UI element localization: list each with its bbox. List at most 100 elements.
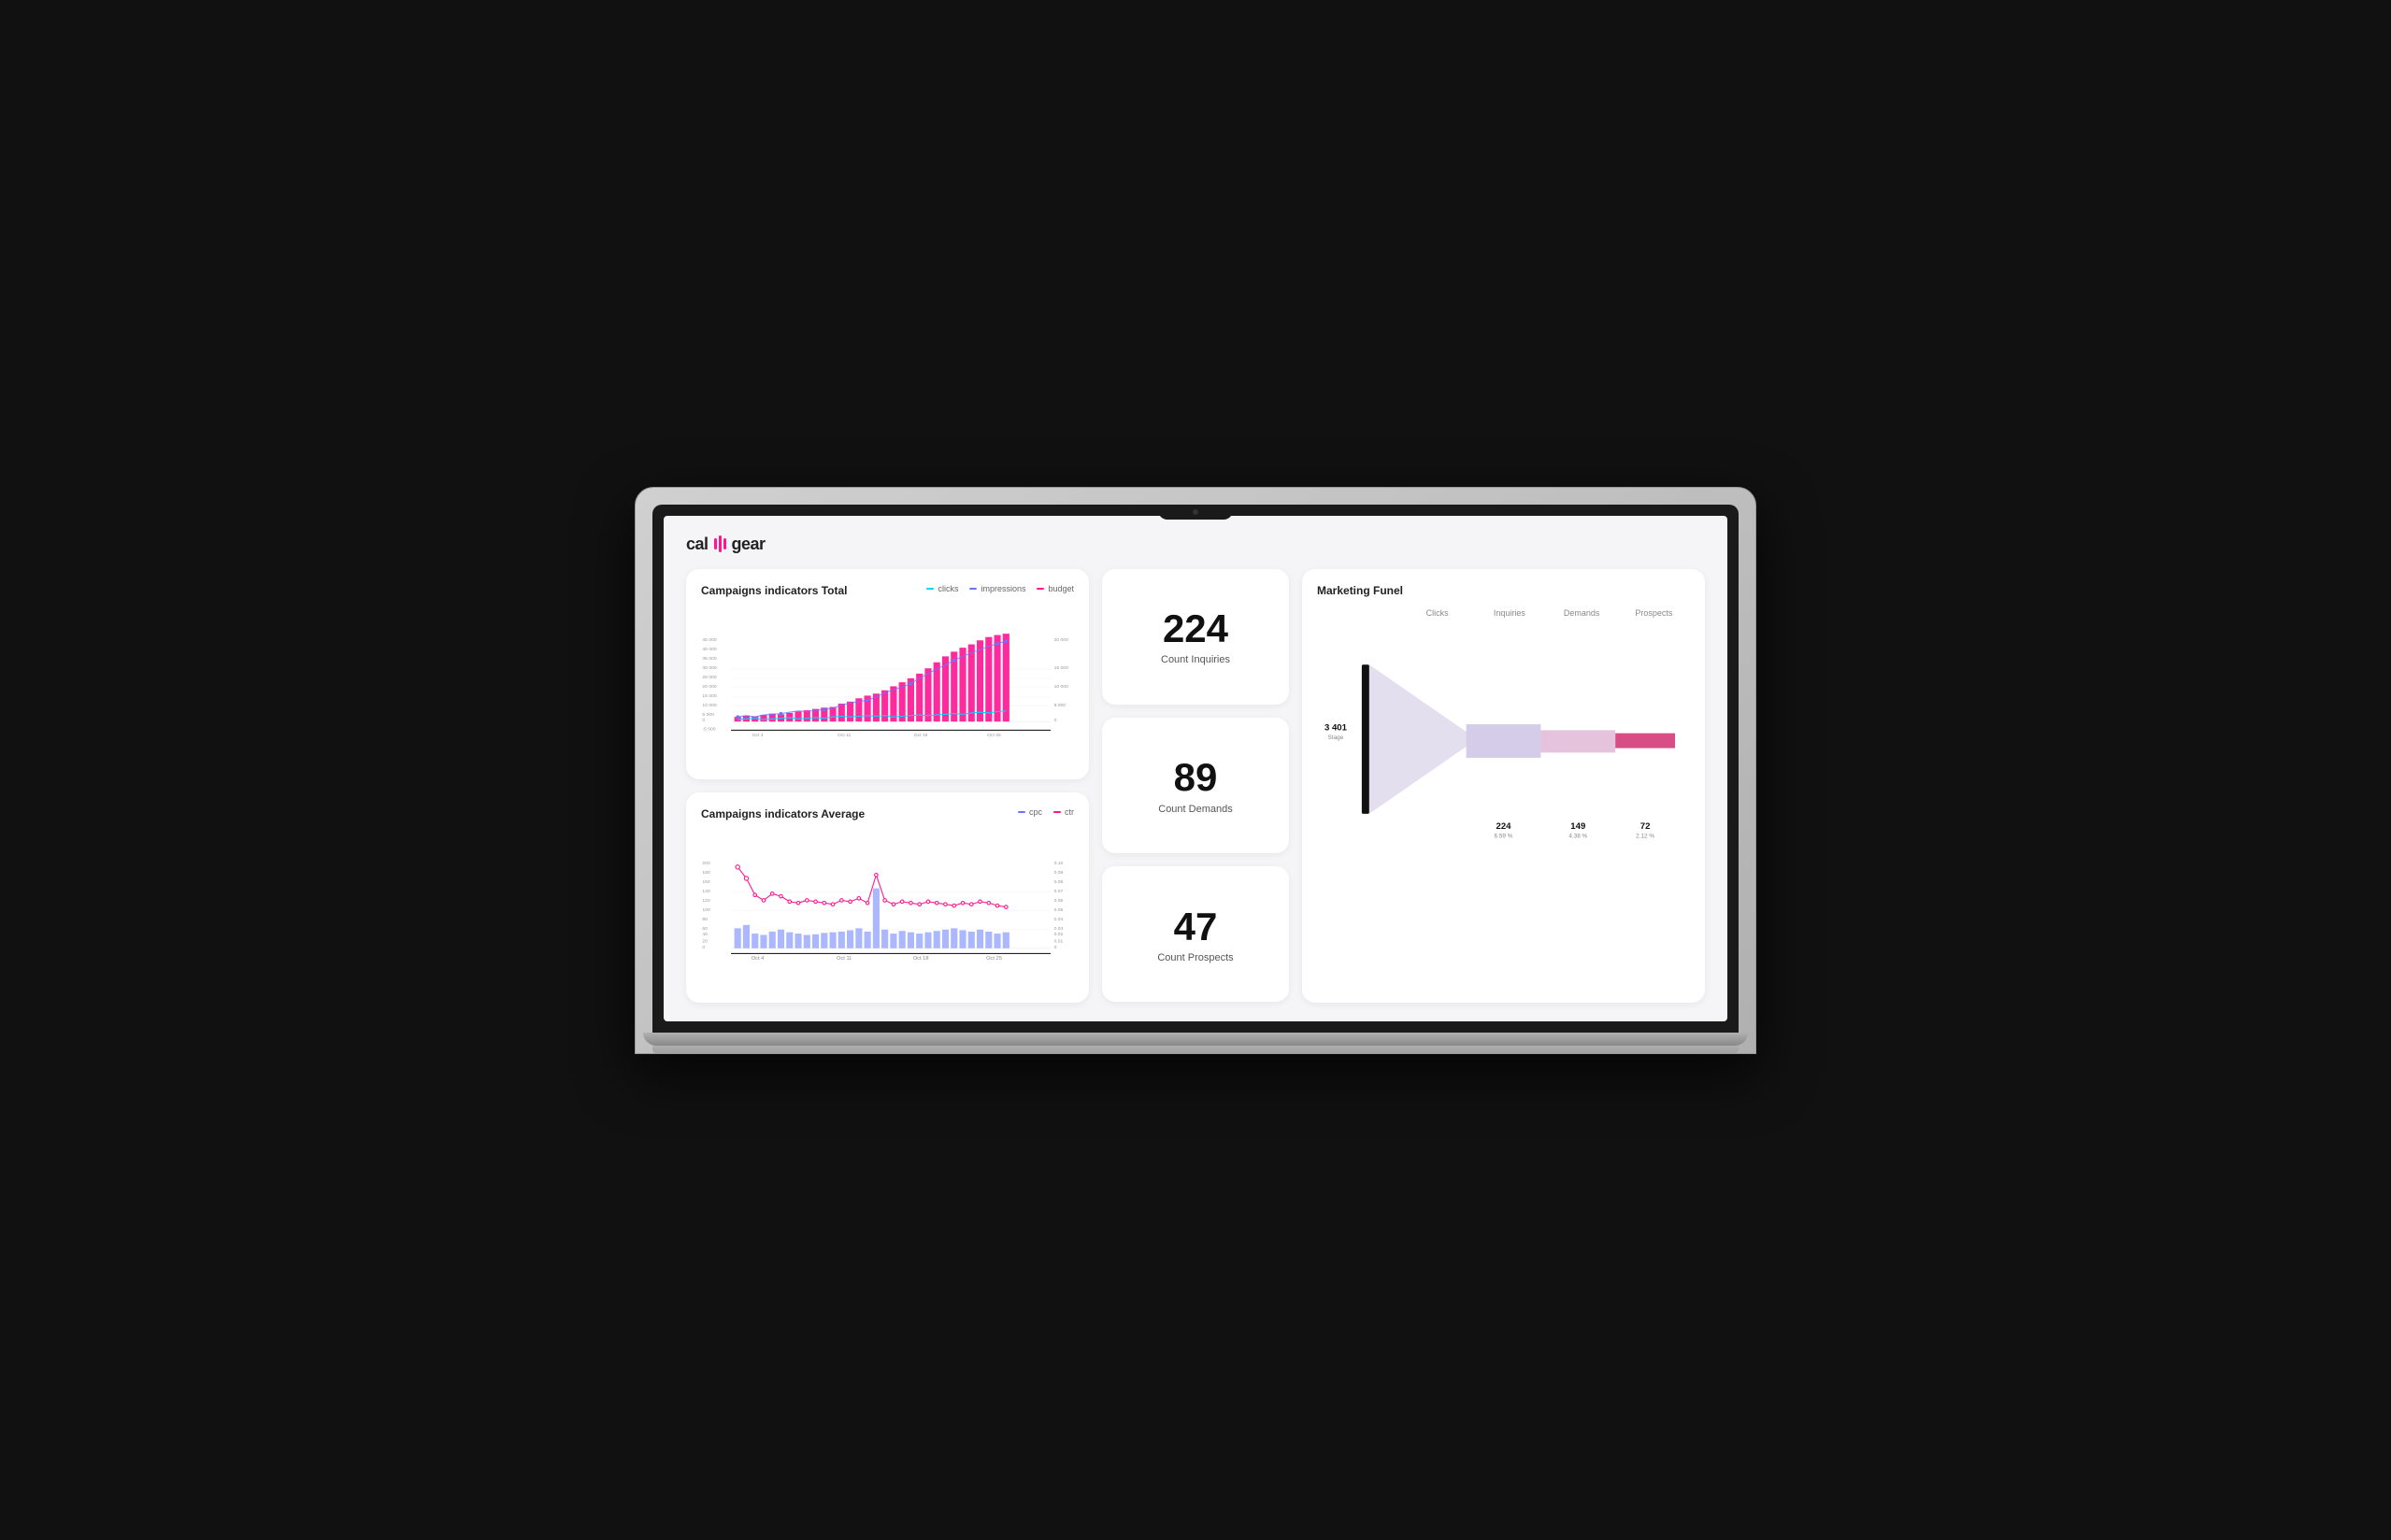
stat-label-demands: Count Demands bbox=[1158, 804, 1233, 815]
svg-text:200: 200 bbox=[702, 860, 710, 865]
svg-text:2.12 %: 2.12 % bbox=[1636, 833, 1654, 839]
svg-text:Oct 18: Oct 18 bbox=[914, 732, 928, 737]
logo: cal gear bbox=[686, 535, 1705, 554]
svg-text:Oct 11: Oct 11 bbox=[837, 955, 852, 961]
svg-text:0.01: 0.01 bbox=[1054, 938, 1064, 944]
svg-text:20 000: 20 000 bbox=[702, 683, 716, 689]
total-chart-card: Campaigns indicators Total clicks bbox=[686, 569, 1089, 779]
svg-text:Oct 4: Oct 4 bbox=[752, 732, 764, 737]
laptop-base bbox=[643, 1033, 1748, 1046]
logo-bar-1 bbox=[714, 538, 717, 549]
svg-text:0.05: 0.05 bbox=[1054, 906, 1064, 912]
legend-label-cpc: cpc bbox=[1029, 807, 1042, 817]
svg-text:0.10: 0.10 bbox=[1054, 860, 1064, 865]
svg-text:224: 224 bbox=[1496, 820, 1512, 831]
svg-text:40: 40 bbox=[702, 932, 708, 937]
svg-text:40 000: 40 000 bbox=[702, 646, 716, 651]
svg-text:0: 0 bbox=[1054, 718, 1057, 723]
svg-text:-5 000: -5 000 bbox=[702, 726, 715, 732]
laptop-frame: cal gear bbox=[635, 487, 1756, 1054]
svg-text:25 000: 25 000 bbox=[702, 674, 716, 679]
svg-text:80: 80 bbox=[702, 916, 708, 921]
svg-text:15 000: 15 000 bbox=[702, 692, 716, 698]
svg-text:Oct 11: Oct 11 bbox=[838, 732, 852, 737]
funnel-label-inquiries: Inquiries bbox=[1473, 608, 1545, 618]
svg-text:149: 149 bbox=[1570, 820, 1585, 831]
total-chart-svg: 45 000 40 000 35 000 30 000 25 000 20 00… bbox=[701, 610, 1074, 760]
svg-text:45 000: 45 000 bbox=[702, 636, 716, 642]
svg-text:100: 100 bbox=[702, 906, 710, 912]
svg-text:35 000: 35 000 bbox=[702, 655, 716, 661]
logo-text-right: gear bbox=[732, 535, 766, 554]
svg-text:10 000: 10 000 bbox=[702, 702, 716, 707]
svg-text:180: 180 bbox=[702, 869, 710, 875]
camera-dot bbox=[1193, 509, 1198, 515]
svg-text:140: 140 bbox=[702, 888, 710, 893]
funnel-label-demands: Demands bbox=[1546, 608, 1618, 618]
camera-notch bbox=[1158, 505, 1233, 520]
funnel-title: Marketing Funel bbox=[1317, 584, 1690, 597]
svg-text:Oct 25: Oct 25 bbox=[986, 955, 1002, 961]
laptop-bottom-bar bbox=[652, 1033, 1739, 1053]
svg-text:10 000: 10 000 bbox=[1054, 683, 1068, 689]
svg-text:20 000: 20 000 bbox=[1054, 636, 1068, 642]
svg-text:120: 120 bbox=[702, 897, 710, 903]
svg-text:5 000: 5 000 bbox=[1054, 702, 1067, 707]
svg-text:0: 0 bbox=[1054, 944, 1057, 949]
average-chart-legend: cpc ctr bbox=[1018, 807, 1074, 817]
svg-text:0.07: 0.07 bbox=[1054, 888, 1064, 893]
stat-label-prospects: Count Prospects bbox=[1157, 952, 1233, 963]
svg-text:0.04: 0.04 bbox=[1054, 916, 1064, 921]
total-chart-legend: clicks impressions budget bbox=[926, 584, 1074, 593]
stat-number-demands: 89 bbox=[1174, 756, 1218, 799]
average-chart-svg: 200 180 160 140 120 100 80 60 40 20 bbox=[701, 834, 1074, 983]
legend-dot-ctr bbox=[1053, 811, 1061, 813]
total-chart-title: Campaigns indicators Total bbox=[701, 584, 847, 597]
average-chart-card: Campaigns indicators Average cpc bbox=[686, 792, 1089, 1003]
svg-text:Stage: Stage bbox=[1328, 734, 1344, 741]
funnel-label-prospects: Prospects bbox=[1618, 608, 1690, 618]
svg-text:60: 60 bbox=[702, 925, 708, 931]
average-chart-header: Campaigns indicators Average cpc bbox=[701, 807, 1074, 828]
svg-text:20: 20 bbox=[702, 938, 708, 944]
svg-text:30 000: 30 000 bbox=[702, 664, 716, 670]
average-chart-title: Campaigns indicators Average bbox=[701, 807, 865, 820]
funnel-svg: 3 401 Stage 224 6.59 % 149 4.38 % 72 2.1… bbox=[1317, 625, 1690, 868]
legend-label-budget: budget bbox=[1048, 584, 1074, 593]
legend-dot-impressions bbox=[969, 588, 977, 590]
funnel-card: Marketing Funel Clicks Inquiries Demands… bbox=[1302, 569, 1705, 1003]
svg-text:Oct 18: Oct 18 bbox=[913, 955, 929, 961]
stat-number-inquiries: 224 bbox=[1163, 607, 1228, 650]
svg-text:160: 160 bbox=[702, 878, 710, 884]
svg-text:0.06: 0.06 bbox=[1054, 897, 1064, 903]
svg-text:3 401: 3 401 bbox=[1324, 722, 1348, 733]
svg-text:Oct 25: Oct 25 bbox=[987, 732, 1001, 737]
svg-text:5 000: 5 000 bbox=[702, 711, 714, 717]
svg-text:0: 0 bbox=[702, 944, 705, 949]
legend-ctr: ctr bbox=[1053, 807, 1074, 817]
legend-label-ctr: ctr bbox=[1065, 807, 1074, 817]
stat-label-inquiries: Count Inquiries bbox=[1161, 654, 1230, 665]
funnel-column-labels: Clicks Inquiries Demands Prospects bbox=[1317, 608, 1690, 618]
legend-dot-clicks bbox=[926, 588, 934, 590]
svg-text:72: 72 bbox=[1640, 820, 1651, 831]
legend-label-impressions: impressions bbox=[981, 584, 1025, 593]
legend-dot-budget bbox=[1037, 588, 1044, 590]
logo-text-left: cal bbox=[686, 535, 709, 554]
logo-bar-3 bbox=[723, 538, 726, 549]
stat-number-prospects: 47 bbox=[1174, 905, 1218, 948]
logo-bar-2 bbox=[719, 535, 722, 552]
stat-card-demands: 89 Count Demands bbox=[1102, 718, 1289, 853]
screen: cal gear bbox=[664, 516, 1727, 1021]
svg-text:6.59 %: 6.59 % bbox=[1495, 833, 1513, 839]
svg-text:4.38 %: 4.38 % bbox=[1568, 833, 1587, 839]
svg-text:0.03: 0.03 bbox=[1054, 925, 1064, 931]
legend-label-clicks: clicks bbox=[938, 584, 958, 593]
dashboard-grid: Campaigns indicators Total clicks bbox=[686, 569, 1705, 1003]
svg-text:0.09: 0.09 bbox=[1054, 869, 1064, 875]
left-column: Campaigns indicators Total clicks bbox=[686, 569, 1089, 1003]
middle-column: 224 Count Inquiries 89 Count Demands 47 … bbox=[1102, 569, 1289, 1003]
svg-text:15 000: 15 000 bbox=[1054, 664, 1068, 670]
logo-bars bbox=[714, 535, 726, 552]
total-chart-header: Campaigns indicators Total clicks bbox=[701, 584, 1074, 605]
